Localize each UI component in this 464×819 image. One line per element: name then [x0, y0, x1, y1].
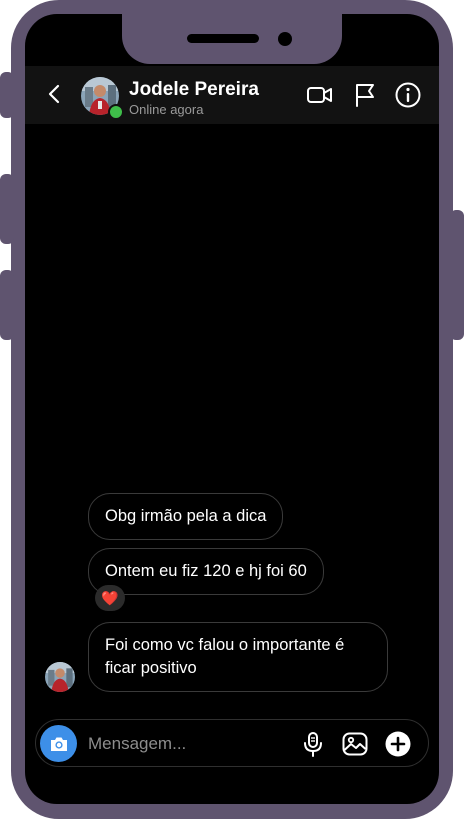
contact-status: Online agora — [129, 102, 204, 117]
heart-icon: ❤️ — [101, 589, 119, 606]
sender-avatar[interactable] — [45, 662, 75, 692]
mute-switch — [0, 72, 14, 118]
notch — [122, 0, 342, 64]
speaker-grille — [187, 34, 259, 43]
image-icon[interactable] — [341, 730, 369, 758]
back-chevron-icon[interactable] — [43, 82, 67, 106]
power-button — [450, 210, 464, 340]
chat-screen: Jodele Pereira Online agora Obg irmão pe… — [25, 14, 439, 804]
message-bubble[interactable]: Obg irmão pela a dica — [88, 493, 284, 540]
message-text: Ontem eu fiz 120 e hj foi 60 — [105, 562, 307, 580]
info-icon[interactable] — [394, 81, 422, 109]
chat-header: Jodele Pereira Online agora — [25, 66, 439, 124]
message-text: Obg irmão pela a dica — [105, 507, 267, 525]
message-bubble[interactable]: Ontem eu fiz 120 e hj foi 60 — [88, 548, 324, 595]
camera-icon — [50, 737, 67, 751]
flag-icon[interactable] — [351, 81, 379, 109]
front-camera — [278, 32, 292, 46]
plus-icon[interactable] — [384, 730, 412, 758]
message-input[interactable]: Mensagem... — [88, 734, 186, 754]
microphone-icon[interactable] — [299, 730, 327, 758]
message-composer: Mensagem... — [35, 719, 429, 767]
online-indicator — [108, 104, 124, 120]
volume-down-button — [0, 270, 14, 340]
heart-reaction-badge[interactable]: ❤️ — [95, 585, 125, 611]
contact-name[interactable]: Jodele Pereira — [129, 79, 259, 101]
camera-button[interactable] — [40, 725, 77, 762]
message-text: Foi como vc falou o importante é — [105, 636, 345, 654]
video-camera-icon[interactable] — [306, 81, 334, 109]
message-text: ficar positivo — [105, 659, 197, 677]
message-bubble[interactable]: Foi como vc falou o importante é ficar p… — [88, 622, 388, 692]
volume-up-button — [0, 174, 14, 244]
